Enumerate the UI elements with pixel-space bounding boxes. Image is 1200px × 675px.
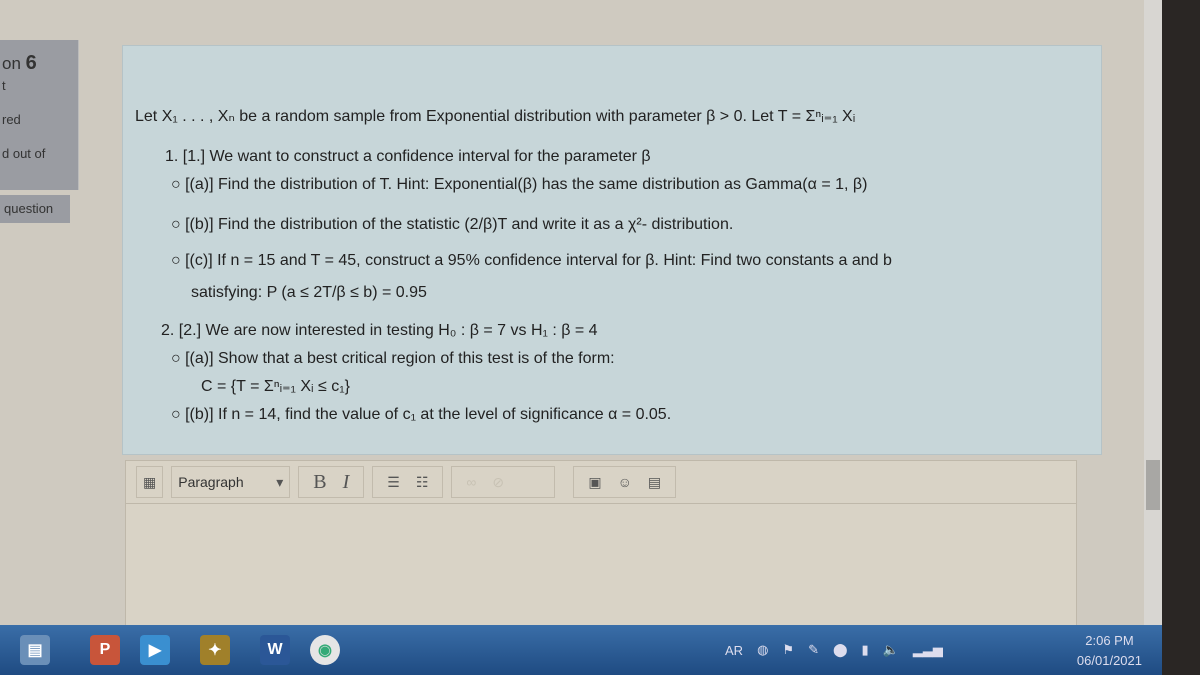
part-1a: ○ [(a)] Find the distribution of T. Hint… — [171, 176, 868, 193]
system-tray: AR ◍ ⚑ ✎ ⬤ ▮ 🔈 ▂▃▅ — [725, 625, 943, 675]
bold-button[interactable]: B — [313, 471, 326, 494]
status-b: red — [2, 112, 21, 127]
toolbar-toggle-icon[interactable]: ▦ — [136, 466, 164, 498]
flag-icon[interactable]: ⚑ — [782, 642, 794, 658]
numbered-list-icon[interactable]: ☷ — [416, 474, 429, 491]
word-icon[interactable]: W — [260, 635, 290, 665]
flag-question[interactable]: question — [0, 195, 70, 223]
part-2a-formula: C = {T = Σⁿᵢ₌₁ Xᵢ ≤ c₁} — [201, 378, 350, 395]
tool-icon[interactable]: ✎ — [808, 642, 819, 658]
answer-editor: ▦ Paragraph ▾ BI ☰ ☷ ∞ ⊘ ▣ ☺ ▤ — [125, 460, 1077, 627]
chevron-down-icon: ▾ — [276, 473, 284, 490]
part-2: 2. [2.] We are now interested in testing… — [161, 322, 598, 339]
signal-icon[interactable]: ▂▃▅ — [913, 642, 943, 658]
part-2a: ○ [(a)] Show that a best critical region… — [171, 350, 615, 367]
italic-button[interactable]: I — [343, 471, 350, 494]
app-icon[interactable]: ✦ — [200, 635, 230, 665]
question-text: Let X₁ . . . , Xₙ be a random sample fro… — [122, 45, 1102, 455]
part-1: 1. [1.] We want to construct a confidenc… — [165, 148, 651, 165]
quiz-sidebar: on 6 t red d out of — [0, 40, 79, 190]
clock[interactable]: 2:06 PM 06/01/2021 — [1077, 631, 1142, 671]
part-2b: ○ [(b)] If n = 14, find the value of c₁ … — [171, 406, 672, 423]
chrome-icon[interactable]: ◉ — [310, 635, 340, 665]
link-icon[interactable]: ∞ — [466, 474, 476, 490]
powerpoint-icon[interactable]: P — [90, 635, 120, 665]
bullet-list-icon[interactable]: ☰ — [387, 474, 400, 491]
emoticon-icon[interactable]: ☺ — [618, 474, 632, 490]
marked-out-of: d out of — [2, 146, 46, 161]
unlink-icon[interactable]: ⊘ — [492, 474, 504, 491]
network-icon[interactable]: ◍ — [757, 642, 768, 658]
editor-content[interactable] — [126, 504, 1076, 624]
screen-bezel — [1162, 0, 1200, 675]
part-1c: ○ [(c)] If n = 15 and T = 45, construct … — [171, 252, 892, 269]
antivirus-icon[interactable]: ⬤ — [833, 642, 848, 658]
explorer-icon[interactable]: ▤ — [20, 635, 50, 665]
part-1c-cont: satisfying: P (a ≤ 2T/β ≤ b) = 0.95 — [191, 284, 427, 301]
taskbar: ▤ P ▶ ✦ W ◉ AR ◍ ⚑ ✎ ⬤ ▮ 🔈 ▂▃▅ 2:06 PM 06… — [0, 625, 1162, 675]
media-icon[interactable]: ▤ — [648, 474, 661, 491]
language-indicator[interactable]: AR — [725, 643, 743, 658]
status-a: t — [2, 78, 6, 93]
part-1b: ○ [(b)] Find the distribution of the sta… — [171, 216, 734, 233]
scrollbar[interactable] — [1144, 0, 1162, 625]
image-icon[interactable]: ▣ — [588, 474, 601, 491]
question-number: on 6 — [2, 52, 37, 74]
intro-text: Let X₁ . . . , Xₙ be a random sample fro… — [135, 108, 856, 125]
paragraph-format-select[interactable]: Paragraph ▾ — [171, 466, 291, 498]
battery-icon[interactable]: ▮ — [862, 642, 869, 658]
scrollbar-thumb[interactable] — [1146, 460, 1160, 510]
volume-icon[interactable]: 🔈 — [883, 642, 899, 658]
media-player-icon[interactable]: ▶ — [140, 635, 170, 665]
editor-toolbar: ▦ Paragraph ▾ BI ☰ ☷ ∞ ⊘ ▣ ☺ ▤ — [126, 461, 1076, 504]
